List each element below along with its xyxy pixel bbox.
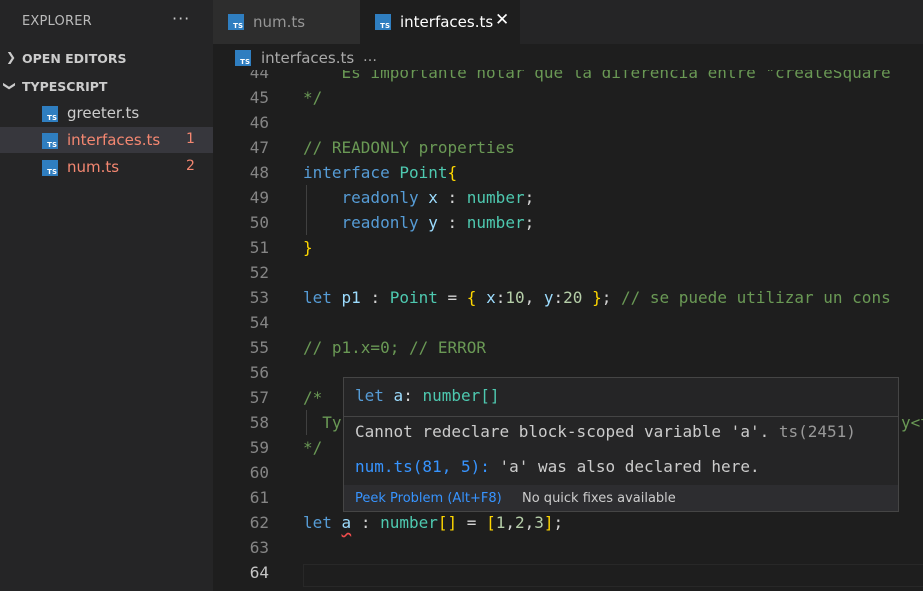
hover-divider [344, 416, 898, 417]
folder-section[interactable]: ❯ TYPESCRIPT [0, 75, 213, 99]
more-actions-icon[interactable]: ··· [172, 9, 190, 28]
line-number: 52 [249, 263, 269, 282]
hover-status-bar: Peek Problem (Alt+F8) No quick fixes ava… [344, 485, 898, 511]
breadcrumb-more[interactable]: … [363, 49, 377, 65]
line-number: 48 [249, 163, 269, 182]
line-content: // p1.x=0; // ERROR [303, 338, 487, 357]
tab-num-ts[interactable]: TS num.ts [213, 0, 360, 44]
line-content-tail: y<t [901, 413, 923, 432]
line-number: 61 [249, 488, 269, 507]
code-line: 47 // READONLY properties [213, 135, 923, 160]
code-line: 63 [213, 535, 923, 560]
folder-label: TYPESCRIPT [22, 79, 108, 94]
line-number: 44 [249, 70, 269, 82]
code-line: 62 let a : number[] = [1,2,3]; [213, 510, 923, 535]
close-icon[interactable]: ✕ [495, 10, 509, 30]
related-location-link[interactable]: num.ts(81, 5): [355, 457, 490, 476]
chevron-down-icon: ❯ [3, 80, 18, 92]
no-quick-fixes-label: No quick fixes available [522, 491, 676, 506]
line-content: */ [303, 88, 323, 107]
line-content: Ty [303, 413, 342, 432]
line-content: readonly y : number; [341, 213, 535, 232]
code-line: 53 let p1 : Point = { x:10, y:20 }; // s… [213, 285, 923, 310]
file-name: greeter.ts [67, 104, 140, 122]
line-content: Es importante notar que la diferencia en… [303, 70, 891, 82]
line-number: 59 [249, 438, 269, 457]
editor-tab-bar: TS num.ts TS interfaces.ts ✕ [213, 0, 923, 44]
line-content: // READONLY properties [303, 138, 515, 157]
code-line: 51 } [213, 235, 923, 260]
open-editors-label: OPEN EDITORS [22, 51, 127, 66]
code-line: 54 [213, 310, 923, 335]
line-number: 64 [249, 563, 269, 582]
breadcrumb-file[interactable]: interfaces.ts [261, 49, 354, 67]
line-number: 55 [249, 338, 269, 357]
typescript-file-icon: TS [228, 14, 244, 30]
line-content: interface Point{ [303, 163, 458, 182]
typescript-file-icon: TS [42, 133, 58, 149]
file-item-interfaces[interactable]: TS interfaces.ts 1 [0, 127, 213, 153]
line-number: 54 [249, 313, 269, 332]
explorer-header: EXPLORER ··· [0, 0, 213, 44]
error-squiggle: a [341, 513, 352, 532]
code-line: 64 [213, 560, 923, 585]
explorer-sidebar: EXPLORER ··· ❯ OPEN EDITORS ❯ TYPESCRIPT… [0, 0, 213, 591]
tab-label: interfaces.ts [400, 13, 494, 31]
explorer-title: EXPLORER [22, 14, 92, 29]
code-line: 55 // p1.x=0; // ERROR [213, 335, 923, 360]
line-number: 45 [249, 88, 269, 107]
code-editor[interactable]: 44 Es importante notar que la diferencia… [213, 70, 923, 591]
code-line: 44 Es importante notar que la diferencia… [213, 70, 923, 85]
line-number: 58 [249, 413, 269, 432]
file-name: interfaces.ts [67, 131, 161, 149]
related-info: num.ts(81, 5): 'a' was also declared her… [355, 457, 760, 476]
error-count-badge: 1 [186, 131, 195, 147]
typescript-file-icon: TS [42, 106, 58, 122]
file-item-num[interactable]: TS num.ts 2 [0, 154, 213, 180]
line-number: 53 [249, 288, 269, 307]
line-number: 47 [249, 138, 269, 157]
line-number: 62 [249, 513, 269, 532]
file-name: num.ts [67, 158, 120, 176]
line-content: readonly x : number; [341, 188, 535, 207]
code-line: 45 */ [213, 85, 923, 110]
typescript-file-icon: TS [375, 14, 391, 30]
line-number: 57 [249, 388, 269, 407]
code-line: 46 [213, 110, 923, 135]
typescript-file-icon: TS [235, 50, 251, 66]
line-content: /* [303, 388, 323, 407]
tab-label: num.ts [253, 13, 306, 31]
open-editors-section[interactable]: ❯ OPEN EDITORS [0, 47, 213, 71]
line-content: */ [303, 438, 323, 457]
file-item-greeter[interactable]: TS greeter.ts [0, 100, 213, 126]
typescript-file-icon: TS [42, 160, 58, 176]
hover-problem-widget: let a: number[] Cannot redeclare block-s… [343, 377, 899, 512]
chevron-right-icon: ❯ [6, 50, 17, 64]
code-line: 49 readonly x : number; [213, 185, 923, 210]
line-number: 49 [249, 188, 269, 207]
line-number: 50 [249, 213, 269, 232]
hover-signature: let a: number[] [355, 386, 500, 405]
line-number: 56 [249, 363, 269, 382]
error-count-badge: 2 [186, 158, 195, 174]
code-line: 50 readonly y : number; [213, 210, 923, 235]
line-number: 60 [249, 463, 269, 482]
line-number: 46 [249, 113, 269, 132]
peek-problem-link[interactable]: Peek Problem (Alt+F8) [355, 491, 502, 506]
code-line: 48 interface Point{ [213, 160, 923, 185]
tab-interfaces-ts[interactable]: TS interfaces.ts ✕ [360, 0, 520, 44]
code-line: 52 [213, 260, 923, 285]
line-number: 63 [249, 538, 269, 557]
line-content: } [303, 238, 313, 257]
error-message: Cannot redeclare block-scoped variable '… [355, 422, 856, 441]
line-number: 51 [249, 238, 269, 257]
breadcrumb: TS interfaces.ts … [213, 44, 923, 70]
line-content: let a : number[] = [1,2,3]; [303, 513, 564, 532]
line-content: let p1 : Point = { x:10, y:20 }; // se p… [303, 288, 891, 307]
